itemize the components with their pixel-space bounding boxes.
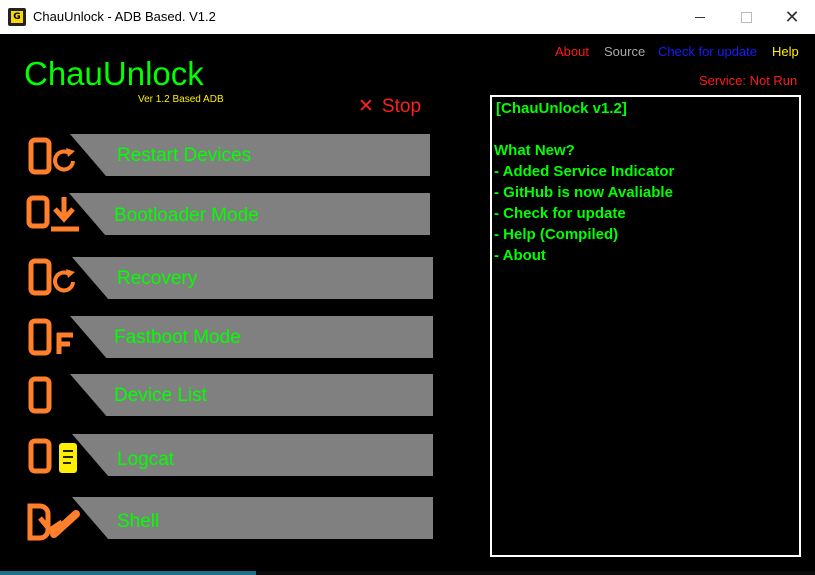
restart-devices-label: Restart Devices <box>117 145 252 166</box>
minimize-button[interactable] <box>677 0 723 34</box>
app-logo-icon: G <box>8 8 26 26</box>
close-window-button[interactable]: ✕ <box>769 0 815 34</box>
taskbar-active-segment <box>0 571 256 575</box>
shell-label: Shell <box>117 511 160 532</box>
recovery-icon <box>28 258 80 303</box>
service-status: Service: Not Run <box>699 73 798 88</box>
logcat-label: Logcat <box>117 449 175 470</box>
bootloader-download-icon <box>26 193 82 240</box>
log-line: - Help (Compiled) <box>494 226 619 243</box>
fastboot-mode-label: Fastboot Mode <box>114 327 241 348</box>
logcat-icon <box>28 438 80 483</box>
maximize-button[interactable] <box>723 0 769 34</box>
close-icon: ✕ <box>784 7 800 27</box>
log-line: - Added Service Indicator <box>494 163 675 180</box>
stop-button[interactable]: ✕ Stop <box>358 95 421 118</box>
app-title: ChauUnlock <box>24 55 204 92</box>
log-line: - GitHub is now Avaliable <box>494 184 673 201</box>
log-line: What New? <box>494 142 575 159</box>
taskbar-strip <box>0 571 815 575</box>
shell-icon <box>26 500 82 549</box>
device-list-label: Device List <box>114 385 207 406</box>
stop-label: Stop <box>381 96 422 117</box>
maximize-icon <box>740 11 752 23</box>
minimize-icon <box>695 16 705 18</box>
about-link[interactable]: About <box>555 44 589 59</box>
bootloader-mode-label: Bootloader Mode <box>114 205 259 226</box>
log-line: - About <box>494 247 546 264</box>
log-line: [ChauUnlock v1.2] <box>496 100 627 117</box>
window-title: ChauUnlock - ADB Based. V1.2 <box>33 9 216 24</box>
recovery-label: Recovery <box>117 268 198 289</box>
title-bar: G ChauUnlock - ADB Based. V1.2 ✕ <box>0 0 815 34</box>
close-x-icon: ✕ <box>358 96 374 117</box>
fastboot-icon <box>28 318 78 363</box>
log-panel[interactable]: [ChauUnlock v1.2] What New? - Added Serv… <box>490 95 801 557</box>
help-link[interactable]: Help <box>772 44 799 59</box>
app-version: Ver 1.2 Based ADB <box>138 94 224 105</box>
device-list-icon <box>28 376 58 421</box>
check-update-link[interactable]: Check for update <box>658 44 757 59</box>
restart-device-icon <box>28 137 80 182</box>
source-link[interactable]: Source <box>604 44 645 59</box>
log-line: - Check for update <box>494 205 626 222</box>
